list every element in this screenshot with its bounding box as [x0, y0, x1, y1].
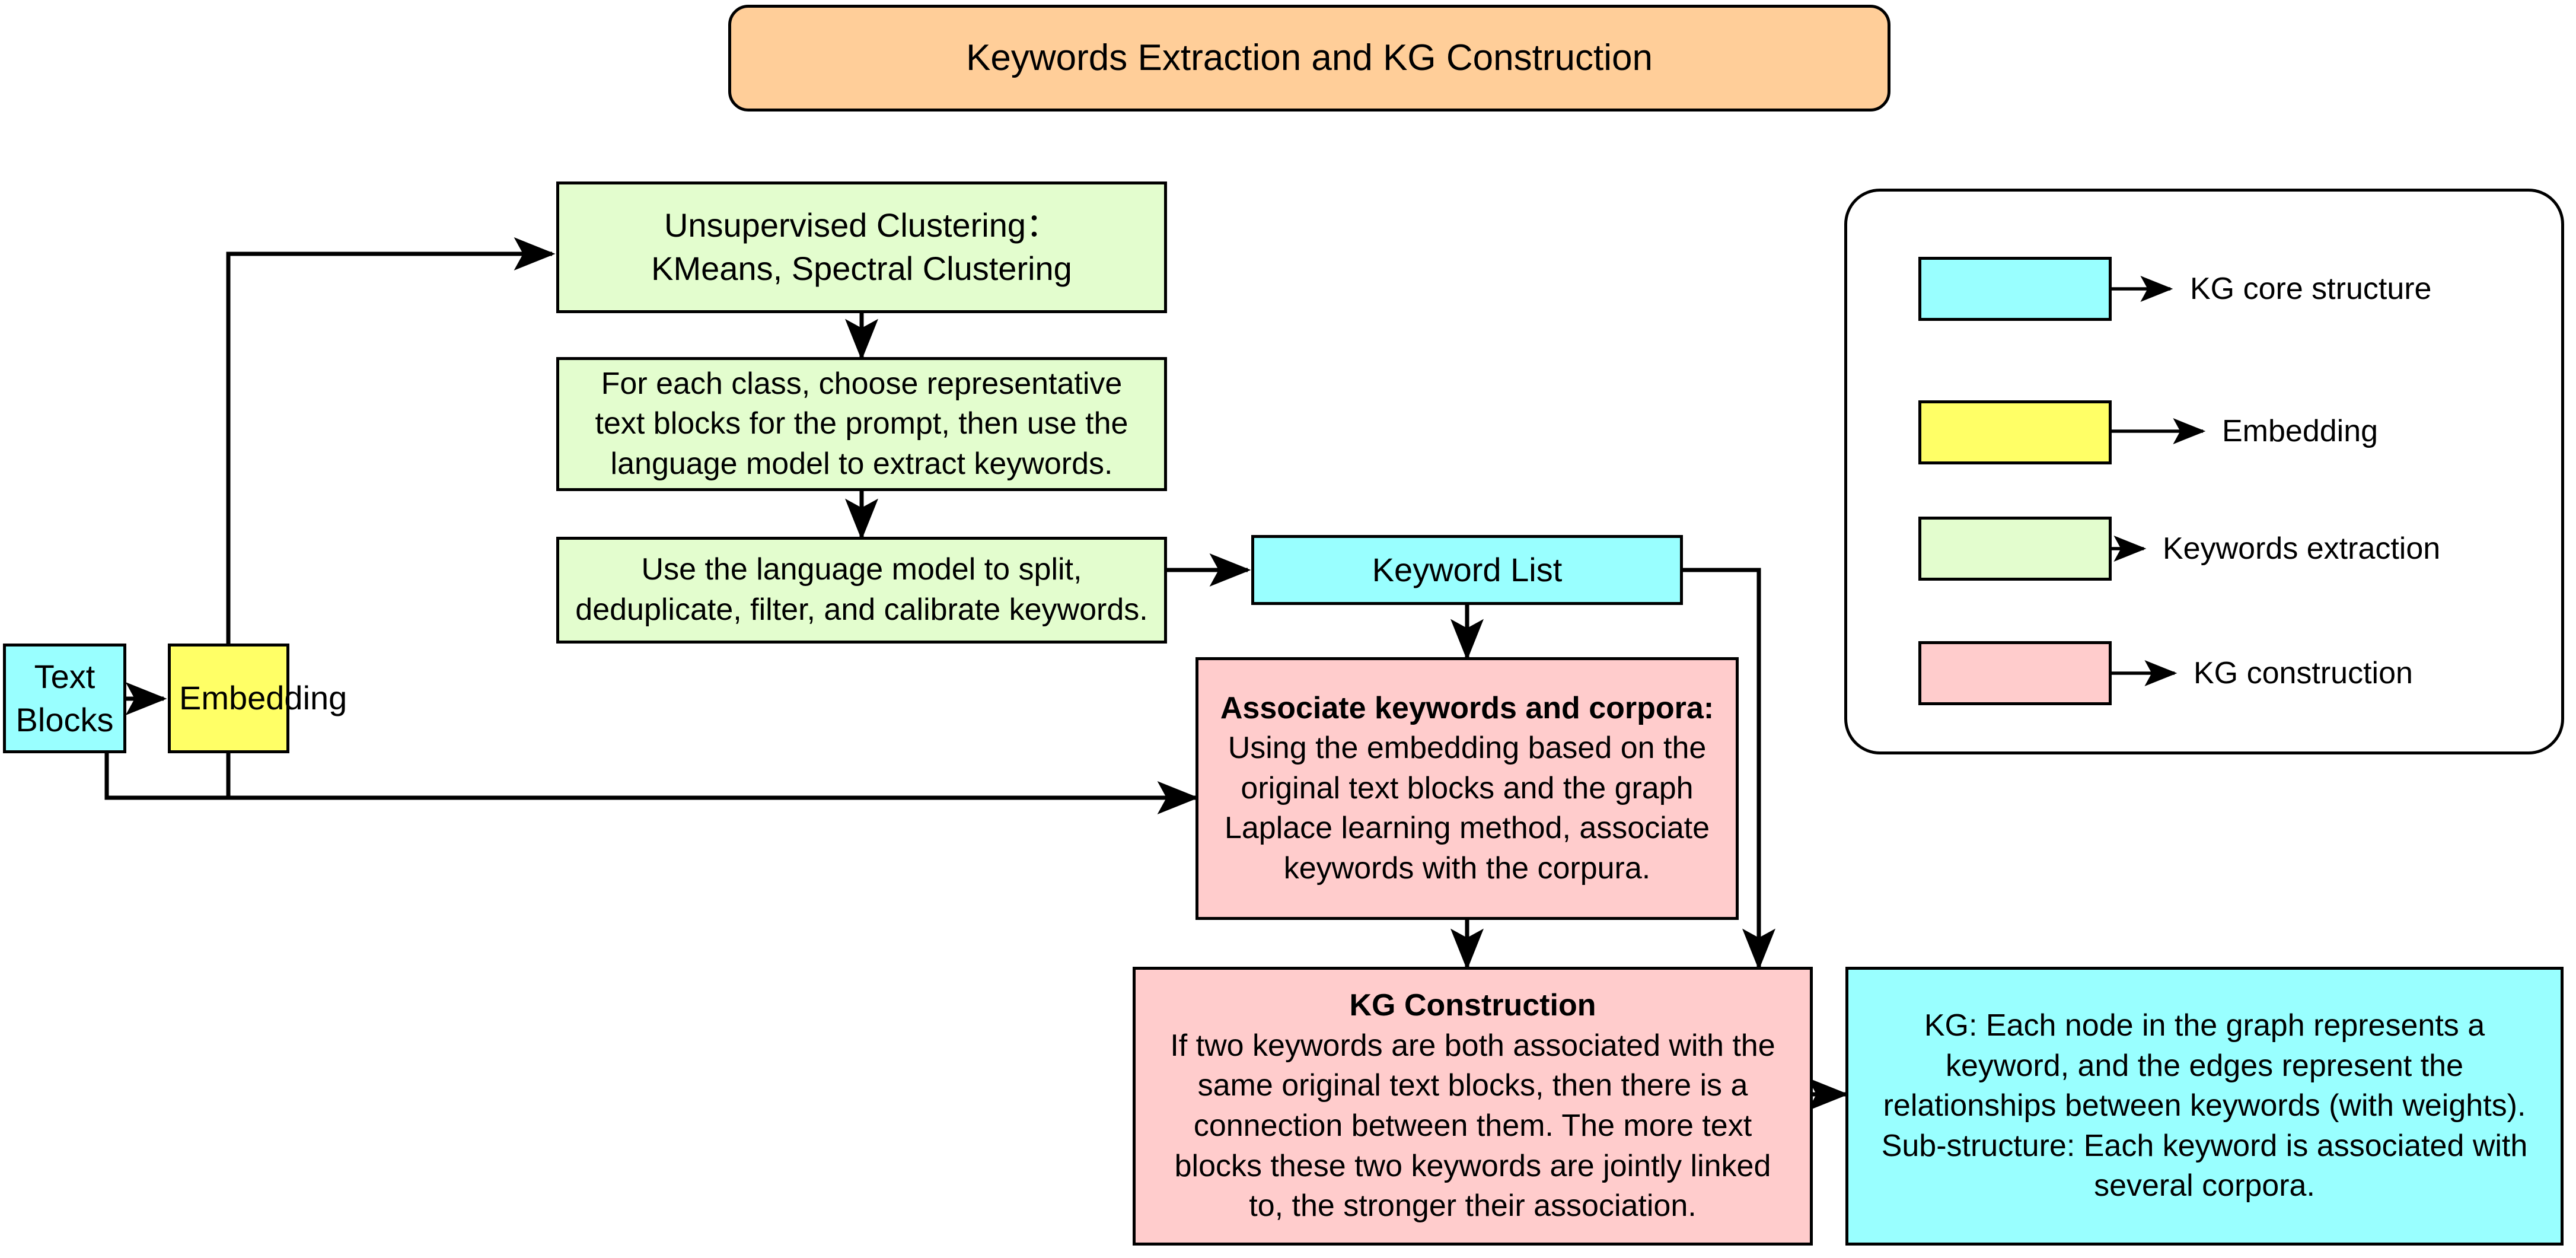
- node-embedding[interactable]: Embedding: [168, 644, 347, 753]
- associate-line-2: original text blocks and the graph: [1241, 770, 1694, 805]
- diagram-title: Keywords Extraction and KG Construction: [728, 5, 1890, 112]
- legend-label-keywords-extraction: Keywords extraction: [2163, 531, 2441, 566]
- node-embedding-label: Embedding: [179, 679, 347, 717]
- legend-label-kg-construction: KG construction: [2194, 656, 2413, 690]
- splitdedup-line-2: deduplicate, filter, and calibrate keywo…: [575, 593, 1148, 627]
- legend-swatch-kg-construction: [1918, 641, 2112, 705]
- associate-line-3: Laplace learning method, associate: [1224, 811, 1710, 846]
- kgconstruction-heading: KG Construction: [1349, 988, 1596, 1023]
- kgconstruction-line-3: connection between them. The more text: [1193, 1109, 1752, 1143]
- splitdedup-line-1: Use the language model to split,: [641, 552, 1082, 587]
- node-keyword-list[interactable]: Keyword List: [1251, 535, 1683, 605]
- legend-swatch-keywords-extraction: [1918, 517, 2112, 581]
- legend-swatch-kg-core-structure: [1918, 257, 2112, 321]
- legend-label-embedding: Embedding: [2222, 414, 2379, 448]
- kgresult-line-1: KG: Each node in the graph represents a: [1924, 1008, 2485, 1043]
- kgresult-line-5: several corpora.: [2094, 1168, 2315, 1203]
- diagram-title-text: Keywords Extraction and KG Construction: [966, 37, 1653, 78]
- node-keyword-list-label: Keyword List: [1372, 550, 1563, 588]
- node-associate-keywords[interactable]: Associate keywords and corpora: Using th…: [1195, 657, 1739, 920]
- kgresult-line-2: keyword, and the edges represent the: [1945, 1048, 2463, 1083]
- clustering-line-1: Unsupervised Clustering：: [664, 206, 1060, 244]
- representative-line-1: For each class, choose representative: [601, 366, 1123, 401]
- node-choose-representative-text: For each class, choose representative te…: [568, 364, 1156, 485]
- kgconstruction-line-4: blocks these two keywords are jointly li…: [1174, 1148, 1771, 1183]
- representative-line-2: text blocks for the prompt, then use the: [595, 406, 1128, 441]
- node-unsupervised-clustering[interactable]: Unsupervised Clustering： KMeans, Spectra…: [556, 181, 1167, 313]
- kgresult-line-3: relationships between keywords (with wei…: [1883, 1088, 2526, 1123]
- node-associate-keywords-text: Associate keywords and corpora: Using th…: [1207, 689, 1727, 889]
- node-kg-result-text: KG: Each node in the graph represents a …: [1857, 1006, 2552, 1206]
- kgconstruction-line-5: to, the stronger their association.: [1249, 1189, 1697, 1224]
- legend-panel: KG core structure Embedding Keywords ext…: [1844, 189, 2564, 754]
- associate-line-4: keywords with the corpura.: [1283, 851, 1651, 886]
- node-kg-construction-text: KG Construction If two keywords are both…: [1144, 986, 1802, 1227]
- node-choose-representative[interactable]: For each class, choose representative te…: [556, 357, 1167, 491]
- diagram-canvas: Keywords Extraction and KG Construction …: [0, 0, 2576, 1258]
- associate-line-1: Using the embedding based on the: [1228, 731, 1707, 766]
- clustering-line-2: KMeans, Spectral Clustering: [651, 250, 1072, 287]
- kgresult-line-4: Sub-structure: Each keyword is associate…: [1881, 1128, 2528, 1163]
- node-kg-construction[interactable]: KG Construction If two keywords are both…: [1133, 967, 1813, 1246]
- node-unsupervised-clustering-text: Unsupervised Clustering： KMeans, Spectra…: [568, 204, 1156, 291]
- node-kg-result[interactable]: KG: Each node in the graph represents a …: [1845, 967, 2564, 1246]
- edge-embedding-clustering: [226, 237, 556, 644]
- edge-textblocks-associate: [104, 753, 1199, 814]
- node-text-blocks[interactable]: Text Blocks: [3, 644, 126, 753]
- associate-heading: Associate keywords and corpora:: [1220, 690, 1714, 725]
- node-split-dedupe[interactable]: Use the language model to split, dedupli…: [556, 537, 1167, 644]
- node-split-dedupe-text: Use the language model to split, dedupli…: [568, 550, 1156, 630]
- legend-label-kg-core-structure: KG core structure: [2190, 272, 2432, 306]
- kgconstruction-line-2: same original text blocks, then there is…: [1197, 1068, 1748, 1103]
- legend-swatch-embedding: [1918, 400, 2112, 464]
- node-text-blocks-label: Text Blocks: [15, 657, 114, 738]
- representative-line-3: language model to extract keywords.: [610, 446, 1113, 481]
- kgconstruction-line-1: If two keywords are both associated with…: [1170, 1028, 1775, 1063]
